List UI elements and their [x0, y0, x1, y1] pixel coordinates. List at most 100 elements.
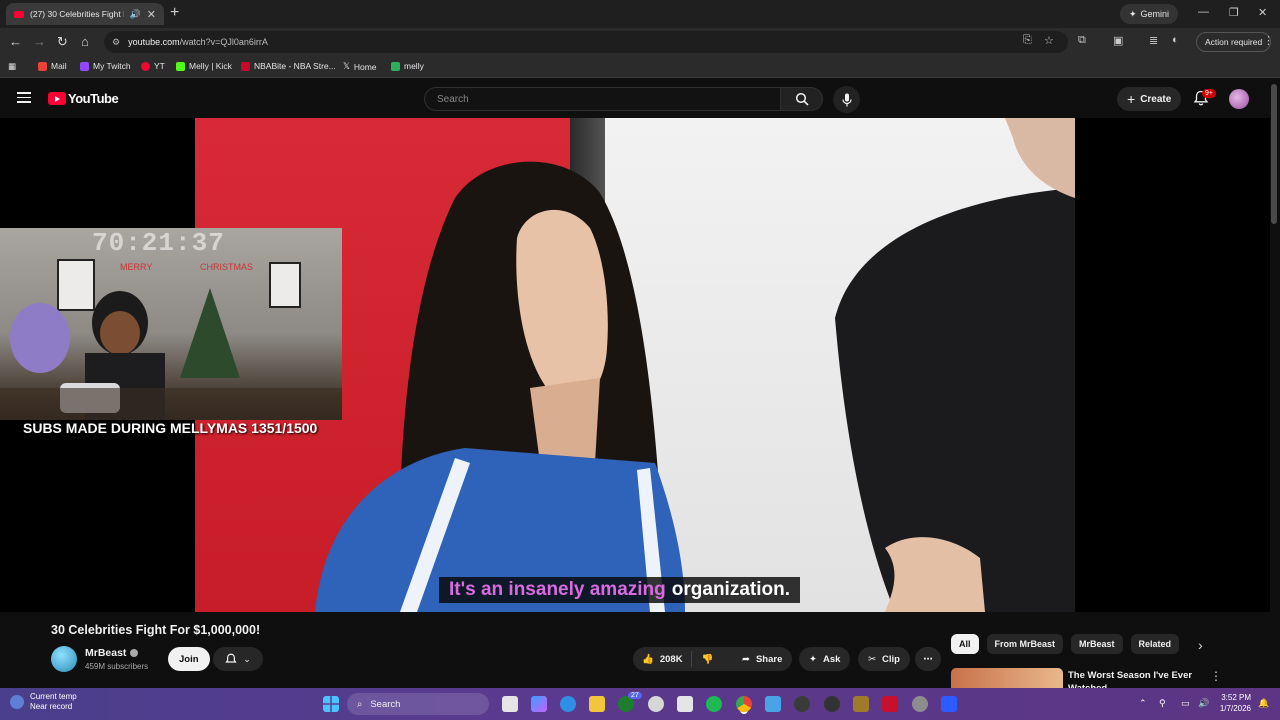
home-icon[interactable]: ⌂	[81, 34, 89, 49]
spotify-icon[interactable]	[706, 696, 722, 712]
chrome-icon[interactable]	[736, 696, 752, 712]
install-icon[interactable]: ⎘	[1023, 34, 1032, 47]
omnibox[interactable]: ⚙ youtube.com/watch?v=QJl0an6irrA	[104, 31, 1068, 53]
gemini-label: Gemini	[1140, 9, 1170, 19]
like-button[interactable]: 👍 208K	[633, 651, 692, 667]
gemini-button[interactable]: ✦ Gemini	[1120, 4, 1179, 24]
settings-icon[interactable]	[912, 696, 928, 712]
chevron-right-icon[interactable]: ›	[1198, 637, 1203, 653]
stream-timer: 70:21:37	[92, 228, 225, 258]
tab-search-icon[interactable]: ▣	[1113, 34, 1123, 47]
chip-mrbeast[interactable]: MrBeast	[1071, 634, 1123, 654]
bookmark-star-icon[interactable]: ☆	[1044, 34, 1054, 47]
minimize-icon[interactable]: —	[1198, 6, 1209, 18]
chip-all[interactable]: All	[951, 634, 979, 654]
more-vertical-icon[interactable]: ⋮	[1210, 669, 1222, 683]
account-avatar[interactable]	[1229, 89, 1249, 109]
recommended-video-thumbnail[interactable]	[951, 668, 1063, 690]
kick-icon	[391, 61, 400, 71]
back-icon[interactable]: ←	[9, 34, 22, 49]
subtitle-plain-text: organization.	[671, 579, 790, 600]
channel-name[interactable]: MrBeast	[85, 647, 139, 659]
bookmark-nbabite[interactable]: NBABite - NBA Stre...	[241, 61, 336, 71]
search-button[interactable]	[781, 87, 823, 111]
forward-icon[interactable]: →	[33, 34, 46, 49]
page-scrollbar[interactable]	[1271, 84, 1277, 224]
roblox-icon[interactable]	[941, 696, 957, 712]
nba-icon	[241, 61, 250, 71]
video-player[interactable]: MERRY CHRISTMAS 70:21:37 SUBS MADE DURIN…	[0, 118, 1270, 612]
create-button[interactable]: + Create	[1117, 87, 1182, 111]
clip-button[interactable]: ✂ Clip	[858, 647, 910, 671]
menu-icon[interactable]	[17, 92, 31, 103]
profile-icon[interactable]: ◐	[1172, 34, 1179, 46]
bookmark-my-twitch[interactable]: My Twitch	[80, 61, 131, 71]
weather-widget[interactable]: Current temp Near record	[10, 692, 77, 712]
thumbs-down-icon: 👎	[701, 653, 714, 665]
bookmark-home[interactable]: 𝕏 Home	[343, 61, 377, 72]
taskbar-notification-badge: 27	[628, 692, 642, 699]
dislike-button[interactable]: 👎	[692, 654, 724, 665]
sparkle-icon: ✦	[809, 653, 817, 665]
bookmark-melly[interactable]: melly	[391, 61, 424, 71]
notifications-icon[interactable]: 🔔	[1258, 698, 1269, 709]
screen: (27) 30 Celebrities Fight For 🔊 ✕ + ✦ Ge…	[0, 0, 1280, 720]
video-title: 30 Celebrities Fight For $1,000,000!	[51, 623, 261, 637]
file-explorer-icon[interactable]	[589, 696, 605, 712]
chip-related[interactable]: Related	[1130, 634, 1180, 654]
edge-icon[interactable]	[560, 696, 576, 712]
show-hidden-icons-icon[interactable]: ⌃	[1139, 698, 1147, 709]
join-button[interactable]: Join	[168, 647, 210, 671]
action-required-button[interactable]: Action required	[1196, 32, 1272, 52]
task-view-icon[interactable]	[502, 696, 518, 712]
share-button[interactable]: ➦ Share	[732, 647, 793, 671]
restore-icon[interactable]: ❐	[1229, 6, 1239, 19]
photos-icon[interactable]	[765, 696, 781, 712]
location-icon[interactable]: ⚲	[1159, 698, 1166, 709]
new-tab-button[interactable]: +	[170, 4, 179, 22]
browser-tab-youtube[interactable]: (27) 30 Celebrities Fight For 🔊 ✕	[6, 3, 164, 25]
store-icon[interactable]	[677, 696, 693, 712]
url-host: youtube.com	[128, 37, 180, 47]
taskbar-clock[interactable]: 3:52 PM 1/7/2026	[1219, 692, 1251, 714]
reload-icon[interactable]: ↻	[57, 34, 68, 50]
weather-line1: Current temp	[30, 692, 77, 701]
microphone-icon	[841, 93, 852, 106]
apps-grid-icon[interactable]: ▦	[8, 61, 16, 72]
speaker-icon[interactable]: 🔊	[130, 9, 141, 20]
youtube-icon	[141, 61, 150, 71]
app-red-icon[interactable]	[882, 696, 898, 712]
channel-avatar[interactable]	[51, 646, 77, 672]
youtube-logo[interactable]: YouTube	[48, 91, 119, 106]
share-icon: ➦	[742, 653, 750, 665]
app-icon[interactable]	[824, 696, 840, 712]
extensions-icon[interactable]: ⧉	[1078, 34, 1086, 47]
reading-list-icon[interactable]: ≣	[1149, 34, 1158, 47]
minecraft-icon[interactable]	[853, 696, 869, 712]
close-tab-icon[interactable]: ✕	[147, 8, 156, 21]
bookmark-yt[interactable]: YT	[141, 61, 165, 71]
ask-button[interactable]: ✦ Ask	[799, 647, 851, 671]
taskbar-search[interactable]: ⌕ Search	[347, 693, 489, 715]
search-input[interactable]	[424, 87, 781, 111]
bookmark-mail[interactable]: Mail	[38, 61, 67, 71]
copilot-icon[interactable]	[531, 696, 547, 712]
twitch-icon	[80, 61, 89, 71]
related-chips: All From MrBeast MrBeast Related	[951, 634, 1180, 654]
voice-search-button[interactable]	[833, 86, 860, 113]
bookmark-melly-kick[interactable]: Melly | Kick	[176, 61, 232, 71]
mail-icon	[38, 61, 47, 71]
browser-menu-icon[interactable]: ⋮	[1263, 34, 1274, 47]
windows-start-icon[interactable]	[323, 696, 339, 712]
subscription-bell-button[interactable]: ⌄	[213, 647, 263, 671]
close-window-icon[interactable]: ✕	[1258, 6, 1267, 19]
obs-icon[interactable]	[648, 696, 664, 712]
subscriber-count: 459M subscribers	[85, 662, 149, 671]
site-info-icon[interactable]: ⚙	[112, 37, 120, 48]
youtube-favicon-icon	[14, 10, 24, 18]
more-actions-button[interactable]: ⋯	[915, 647, 941, 671]
volume-icon[interactable]: 🔊	[1198, 698, 1209, 709]
media-player-icon[interactable]	[794, 696, 810, 712]
chip-from-mrbeast[interactable]: From MrBeast	[986, 634, 1064, 654]
display-icon[interactable]: ▭	[1181, 698, 1190, 709]
